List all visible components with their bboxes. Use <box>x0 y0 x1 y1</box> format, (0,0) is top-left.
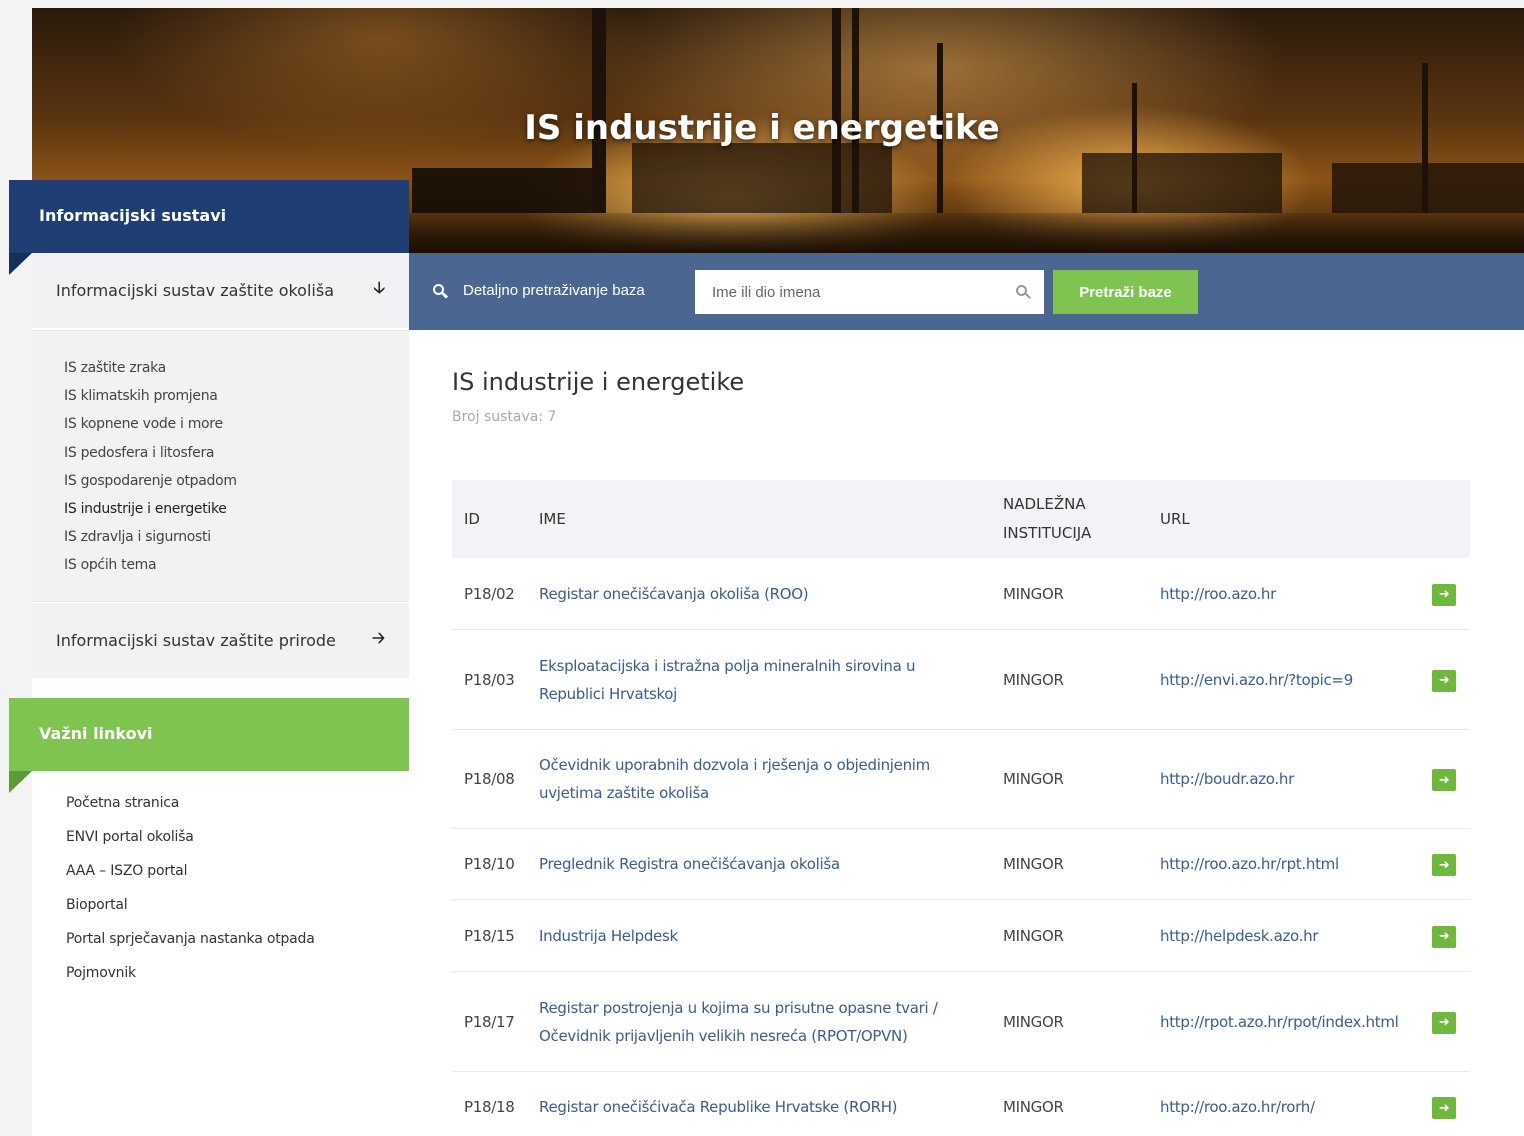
sidebar-section-zastita-prirode[interactable]: Informacijski sustav zaštite prirode 🡢 <box>32 603 409 678</box>
link-pojmovnik[interactable]: Pojmovnik <box>66 960 315 994</box>
sidebar-item-kopnene-vode[interactable]: IS kopnene vode i more <box>64 413 409 441</box>
search-icon <box>433 283 449 298</box>
row-institution: MINGOR <box>1003 770 1064 788</box>
sidebar-item-zastita-zraka[interactable]: IS zaštite zraka <box>64 357 409 385</box>
column-name: IME <box>539 509 566 528</box>
link-otpad-portal[interactable]: Portal sprječavanja nastanka otpada <box>66 926 315 960</box>
link-bioportal[interactable]: Bioportal <box>66 892 315 926</box>
links-panel-header: Važni linkovi <box>9 698 409 793</box>
row-url-link[interactable]: http://roo.azo.hr <box>1160 558 1276 629</box>
search-label: Detaljno pretraživanje baza <box>433 282 645 299</box>
panel-fold-decoration <box>9 771 32 793</box>
arrow-right-icon[interactable]: ➜ <box>1432 854 1456 876</box>
systems-count: Broj sustava: 7 <box>452 409 557 425</box>
row-id: P18/02 <box>464 584 515 603</box>
arrow-right-icon[interactable]: ➜ <box>1432 769 1456 791</box>
row-id: P18/17 <box>464 1012 515 1031</box>
arrow-right-icon[interactable]: ➜ <box>1432 925 1456 948</box>
important-links-list: Početna stranica ENVI portal okoliša AAA… <box>66 790 315 994</box>
row-url-link[interactable]: http://envi.azo.hr/?topic=9 <box>1160 630 1353 729</box>
row-name-link[interactable]: Registar onečišćavanja okoliša (ROO) <box>539 558 969 629</box>
row-name-link[interactable]: Registar onečišćivača Republike Hrvatske… <box>539 1072 969 1136</box>
search-bar: Detaljno pretraživanje baza Pretraži baz… <box>409 253 1524 330</box>
sidebar-panel-title: Informacijski sustavi <box>39 206 227 225</box>
row-id: P18/10 <box>464 855 515 873</box>
row-url-link[interactable]: http://rpot.azo.hr/rpot/index.html <box>1160 972 1399 1071</box>
row-institution: MINGOR <box>1003 584 1064 603</box>
table-row: P18/18 Registar onečišćivača Republike H… <box>452 1072 1470 1136</box>
sidebar-item-industrija-energetika[interactable]: IS industrije i energetike <box>64 498 409 526</box>
systems-table: ID IME NADLEŽNA INSTITUCIJA URL P18/02 R… <box>452 480 1470 1136</box>
arrow-right-icon[interactable]: ➜ <box>1432 1097 1456 1119</box>
sidebar-sub-list: IS zaštite zraka IS klimatskih promjena … <box>32 330 409 602</box>
row-name-link[interactable]: Registar postrojenja u kojima su prisutn… <box>539 972 969 1071</box>
table-row: P18/02 Registar onečišćavanja okoliša (R… <box>452 558 1470 630</box>
sidebar-section-label: Informacijski sustav zaštite prirode <box>56 631 336 650</box>
arrow-down-icon: 🡣 <box>373 278 386 297</box>
search-input-wrapper <box>695 270 1044 314</box>
table-row: P18/15 Industrija Helpdesk MINGOR http:/… <box>452 900 1470 972</box>
table-header: ID IME NADLEŽNA INSTITUCIJA URL <box>452 480 1470 558</box>
sidebar-item-otpad[interactable]: IS gospodarenje otpadom <box>64 470 409 498</box>
row-name-link[interactable]: Očevidnik uporabnih dozvola i rješenja o… <box>539 730 969 828</box>
table-row: P18/17 Registar postrojenja u kojima su … <box>452 972 1470 1072</box>
table-row: P18/03 Eksploatacijska i istražna polja … <box>452 630 1470 730</box>
row-id: P18/15 <box>464 926 515 945</box>
panel-fold-decoration <box>9 253 32 275</box>
column-institution-line2: INSTITUCIJA <box>1003 524 1092 542</box>
row-name-link[interactable]: Preglednik Registra onečišćavanja okoliš… <box>539 829 969 899</box>
arrow-right-icon: 🡢 <box>372 628 385 647</box>
sidebar-section-label: Informacijski sustav zaštite okoliša <box>56 281 334 300</box>
sidebar-section-zastita-okolisa[interactable]: Informacijski sustav zaštite okoliša 🡣 <box>32 253 409 328</box>
search-button[interactable]: Pretraži baze <box>1053 270 1198 314</box>
arrow-right-icon[interactable]: ➜ <box>1432 669 1456 692</box>
row-id: P18/18 <box>464 1098 515 1116</box>
page-title: IS industrije i energetike <box>452 368 745 396</box>
arrow-right-icon[interactable]: ➜ <box>1432 583 1456 606</box>
column-id: ID <box>464 509 480 528</box>
row-institution: MINGOR <box>1003 670 1064 689</box>
sidebar-panel-header: Informacijski sustavi <box>9 180 409 275</box>
search-label-text: Detaljno pretraživanje baza <box>463 282 645 299</box>
column-institution: NADLEŽNA INSTITUCIJA <box>1003 480 1091 558</box>
link-aaa-iszo[interactable]: AAA – ISZO portal <box>66 858 315 892</box>
row-name-link[interactable]: Eksploatacijska i istražna polja mineral… <box>539 630 969 729</box>
row-url-link[interactable]: http://boudr.azo.hr <box>1160 730 1294 828</box>
row-url-link[interactable]: http://roo.azo.hr/rpt.html <box>1160 829 1339 899</box>
row-id: P18/08 <box>464 770 515 788</box>
column-institution-line1: NADLEŽNA <box>1003 495 1086 513</box>
sidebar-item-klimatske-promjene[interactable]: IS klimatskih promjena <box>64 385 409 413</box>
row-institution: MINGOR <box>1003 1012 1064 1031</box>
row-id: P18/03 <box>464 670 515 689</box>
link-pocetna[interactable]: Početna stranica <box>66 790 315 824</box>
sidebar-item-opce-teme[interactable]: IS općih tema <box>64 554 409 582</box>
search-input[interactable] <box>695 270 1044 314</box>
row-url-link[interactable]: http://helpdesk.azo.hr <box>1160 900 1319 971</box>
search-icon[interactable] <box>1016 285 1031 299</box>
row-institution: MINGOR <box>1003 855 1064 873</box>
link-envi-portal[interactable]: ENVI portal okoliša <box>66 824 315 858</box>
table-row: P18/08 Očevidnik uporabnih dozvola i rje… <box>452 730 1470 829</box>
arrow-right-icon[interactable]: ➜ <box>1432 1011 1456 1034</box>
links-panel-title: Važni linkovi <box>39 724 153 743</box>
row-institution: MINGOR <box>1003 926 1064 945</box>
column-url: URL <box>1160 509 1190 528</box>
sidebar-item-zdravlje[interactable]: IS zdravlja i sigurnosti <box>64 526 409 554</box>
hero-title: IS industrije i energetike <box>524 108 1000 148</box>
row-institution: MINGOR <box>1003 1098 1064 1116</box>
sidebar-item-pedosfera[interactable]: IS pedosfera i litosfera <box>64 442 409 470</box>
table-row: P18/10 Preglednik Registra onečišćavanja… <box>452 829 1470 900</box>
row-name-link[interactable]: Industrija Helpdesk <box>539 900 969 971</box>
row-url-link[interactable]: http://roo.azo.hr/rorh/ <box>1160 1072 1315 1136</box>
